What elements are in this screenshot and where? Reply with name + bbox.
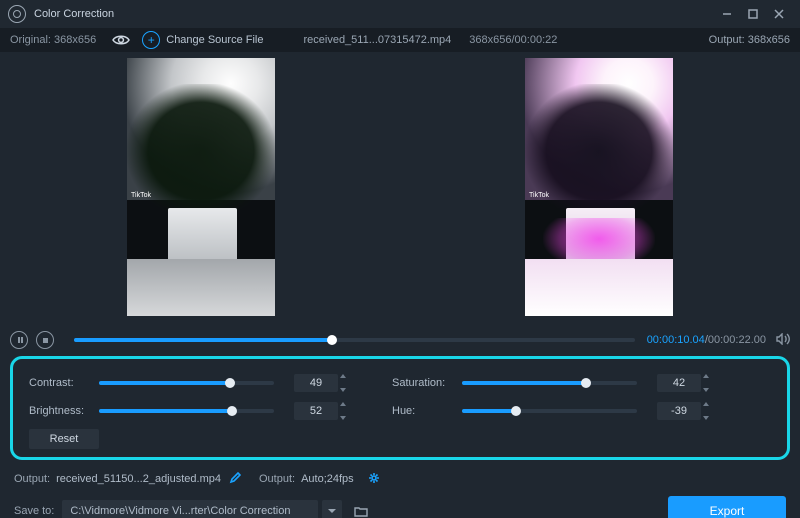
original-label: Original: (10, 34, 51, 46)
preview-toggle-icon[interactable] (112, 34, 130, 46)
save-path-dropdown[interactable] (322, 500, 342, 518)
save-path-field[interactable]: C:\Vidmore\Vidmore Vi...rter\Color Corre… (62, 500, 318, 518)
edit-output-icon[interactable] (229, 472, 241, 487)
source-file-info: 368x656/00:00:22 (469, 34, 557, 46)
stop-button[interactable] (36, 331, 54, 349)
transport-bar: 00:00:10.04/00:00:22.00 (0, 328, 800, 352)
open-folder-icon[interactable] (350, 500, 372, 518)
hue-slider[interactable] (462, 409, 637, 413)
brightness-stepper[interactable] (340, 402, 352, 420)
saturation-slider[interactable] (462, 381, 637, 385)
time-current: 00:00:10.04 (647, 334, 705, 346)
output-label: Output: (709, 34, 745, 46)
output-file-value: received_51150...2_adjusted.mp4 (56, 473, 221, 485)
save-to-label: Save to: (14, 505, 54, 517)
time-total: 00:00:22.00 (708, 334, 766, 346)
add-source-icon[interactable] (142, 31, 160, 49)
volume-icon[interactable] (776, 333, 790, 348)
contrast-label: Contrast: (29, 377, 99, 389)
output-row: Output: received_51150...2_adjusted.mp4 … (0, 468, 800, 490)
saturation-value[interactable]: 42 (657, 374, 701, 392)
close-button[interactable] (766, 1, 792, 27)
saturation-stepper[interactable] (703, 374, 715, 392)
seek-slider[interactable] (74, 338, 635, 342)
brightness-value[interactable]: 52 (294, 402, 338, 420)
pause-button[interactable] (10, 331, 28, 349)
original-preview: TikTok (127, 58, 275, 316)
original-dims: 368x656 (54, 34, 96, 46)
window-title: Color Correction (34, 8, 114, 20)
preview-area: TikTok TikTok (0, 52, 800, 322)
contrast-slider[interactable] (99, 381, 274, 385)
brightness-slider[interactable] (99, 409, 274, 413)
source-file-name: received_511...07315472.mp4 (303, 34, 451, 46)
minimize-button[interactable] (714, 1, 740, 27)
info-toolbar: Original: 368x656 Change Source File rec… (0, 28, 800, 52)
tiktok-watermark: TikTok (529, 192, 549, 200)
color-panel: Contrast: 49 Saturation: 42 Brightness: … (10, 356, 790, 460)
title-bar: Color Correction (0, 0, 800, 28)
app-logo-icon (8, 5, 26, 23)
hue-label: Hue: (392, 405, 462, 417)
change-source-button[interactable]: Change Source File (166, 34, 263, 46)
contrast-value[interactable]: 49 (294, 374, 338, 392)
saturation-label: Saturation: (392, 377, 462, 389)
output-settings-label: Output: (259, 473, 295, 485)
tiktok-watermark: TikTok (131, 192, 151, 200)
hue-value[interactable]: -39 (657, 402, 701, 420)
contrast-stepper[interactable] (340, 374, 352, 392)
hue-stepper[interactable] (703, 402, 715, 420)
output-dims: 368x656 (748, 34, 790, 46)
bottom-bar: Save to: C:\Vidmore\Vidmore Vi...rter\Co… (0, 496, 800, 518)
brightness-label: Brightness: (29, 405, 99, 417)
reset-button[interactable]: Reset (29, 429, 99, 449)
output-file-label: Output: (14, 473, 50, 485)
maximize-button[interactable] (740, 1, 766, 27)
output-settings-icon[interactable] (368, 472, 380, 487)
export-button[interactable]: Export (668, 496, 786, 518)
adjusted-preview: TikTok (525, 58, 673, 316)
output-settings-value: Auto;24fps (301, 473, 354, 485)
